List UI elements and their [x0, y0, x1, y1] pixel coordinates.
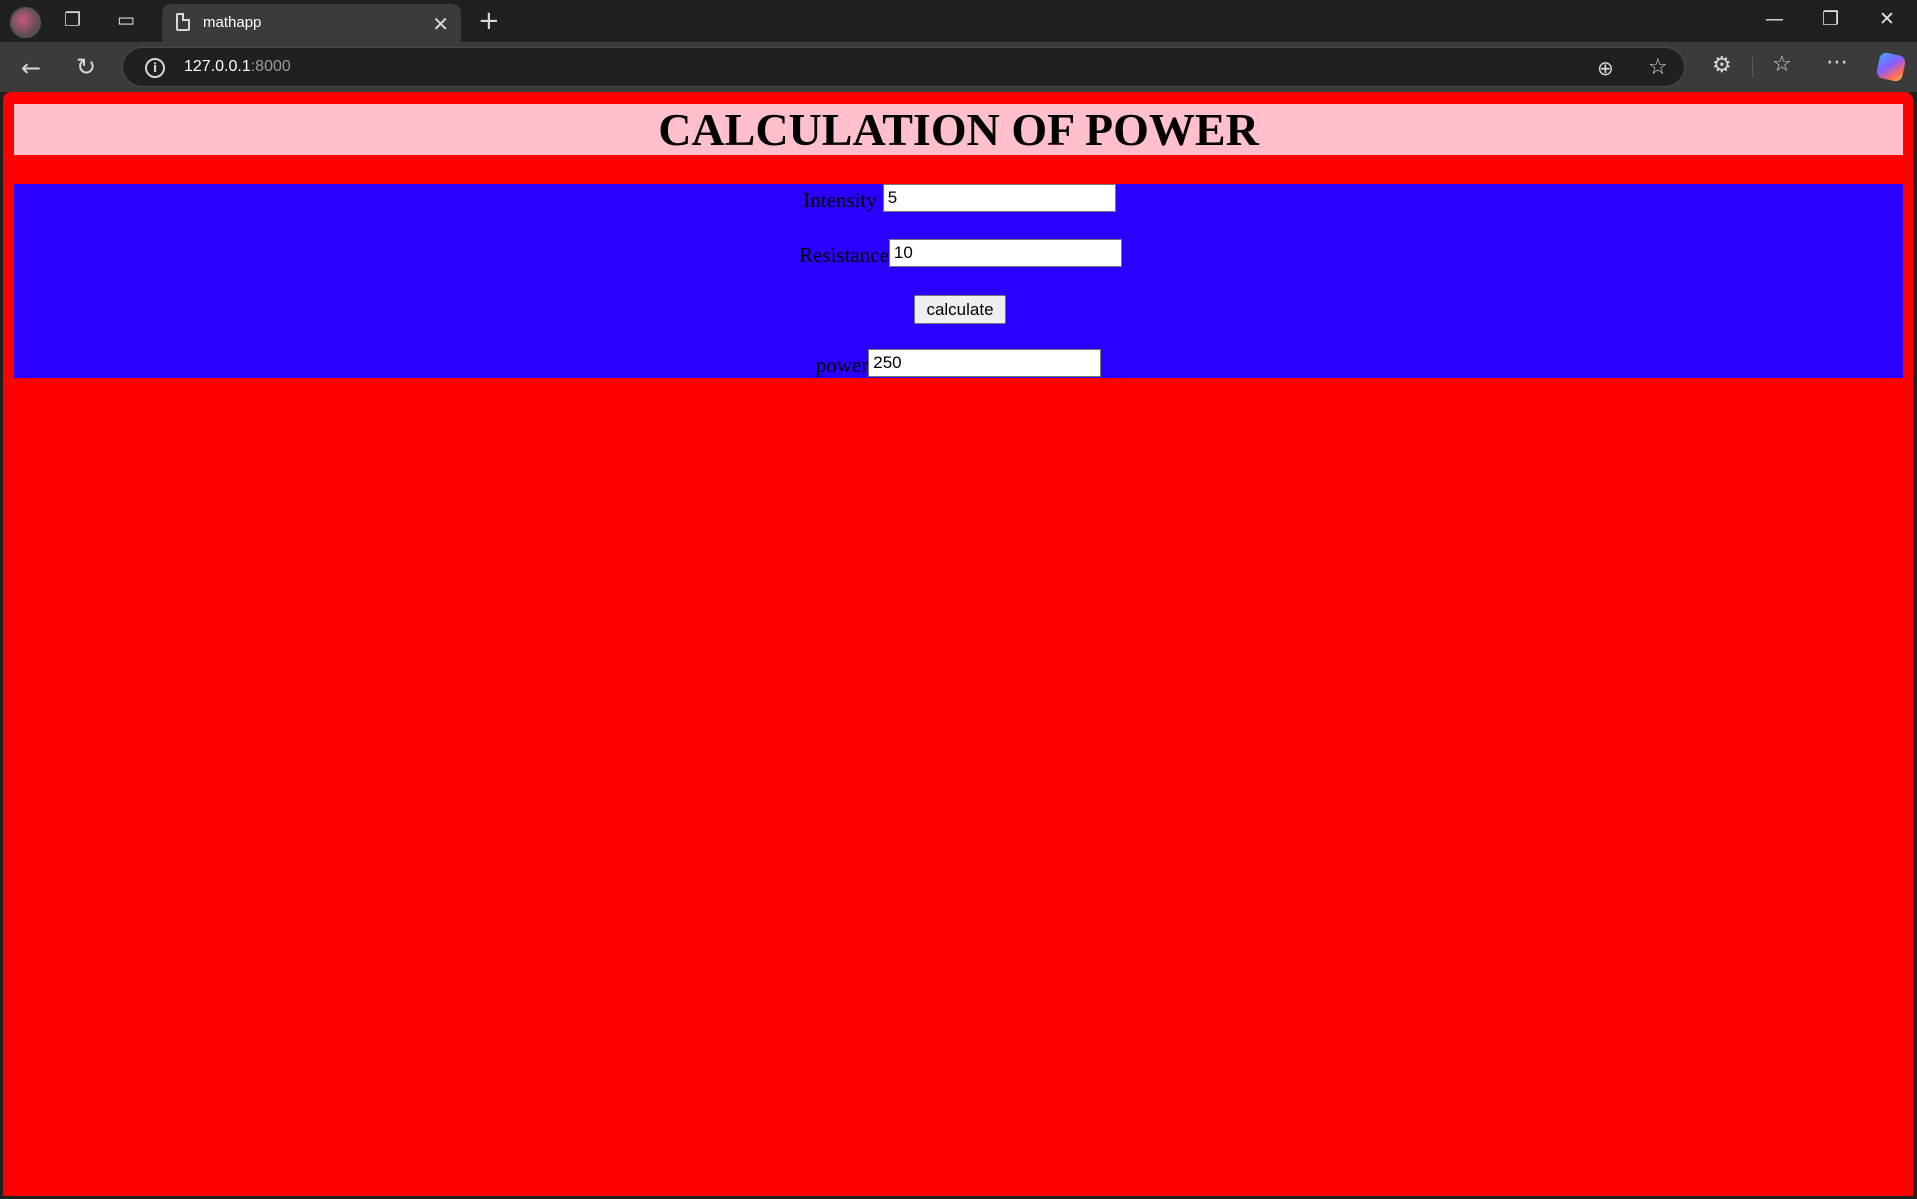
power-row: power	[14, 349, 1903, 377]
restore-icon[interactable]: ❐	[1822, 8, 1839, 30]
power-form: Intensity Resistance calculate power	[14, 184, 1903, 378]
page-title: CALCULATION OF POWER	[658, 104, 1259, 155]
new-tab-icon[interactable]: +	[478, 8, 500, 34]
refresh-icon[interactable]: ↻	[76, 55, 96, 79]
page-icon	[176, 13, 190, 31]
favorite-star-icon[interactable]: ☆	[1648, 57, 1668, 79]
resistance-label: Resistance	[799, 243, 889, 267]
browser-toolbar: ← ↻ i 127.0.0.1:8000 ⊕ ☆ ⚙ ☆ ⋯	[0, 42, 1917, 92]
profile-avatar[interactable]	[10, 7, 41, 38]
intensity-input[interactable]	[882, 184, 1116, 212]
tab-strip: ❐ ▭ mathapp ✕ + — ❐ ✕	[0, 0, 1917, 42]
minimize-icon[interactable]: —	[1765, 8, 1784, 30]
workspaces-icon[interactable]: ❐	[64, 11, 81, 30]
favorites-icon[interactable]: ☆	[1772, 54, 1792, 76]
copilot-icon[interactable]	[1875, 51, 1907, 83]
extensions-icon[interactable]: ⚙	[1712, 55, 1732, 77]
power-output[interactable]	[868, 349, 1102, 377]
intensity-row: Intensity	[14, 184, 1903, 212]
back-icon[interactable]: ←	[21, 56, 41, 80]
zoom-icon[interactable]: ⊕	[1597, 58, 1614, 78]
more-menu-icon[interactable]: ⋯	[1826, 52, 1848, 74]
address-bar[interactable]: i 127.0.0.1:8000 ⊕ ☆	[122, 47, 1685, 87]
toolbar-divider	[1752, 57, 1753, 77]
vertical-tabs-icon[interactable]: ▭	[117, 11, 135, 30]
calculate-button[interactable]: calculate	[914, 295, 1006, 324]
resistance-input[interactable]	[888, 239, 1122, 267]
close-tab-icon[interactable]: ✕	[432, 12, 449, 36]
page-viewport: CALCULATION OF POWER Intensity Resistanc…	[3, 92, 1913, 1196]
resistance-row: Resistance	[14, 239, 1903, 267]
url-text: 127.0.0.1:8000	[184, 58, 291, 75]
tab-mathapp[interactable]: mathapp ✕	[162, 4, 461, 42]
site-info-icon[interactable]: i	[145, 58, 165, 78]
intensity-label: Intensity	[803, 188, 877, 212]
close-window-icon[interactable]: ✕	[1879, 8, 1895, 30]
power-label: power	[815, 353, 869, 377]
tab-title: mathapp	[203, 14, 262, 31]
page-heading-banner: CALCULATION OF POWER	[14, 104, 1903, 155]
